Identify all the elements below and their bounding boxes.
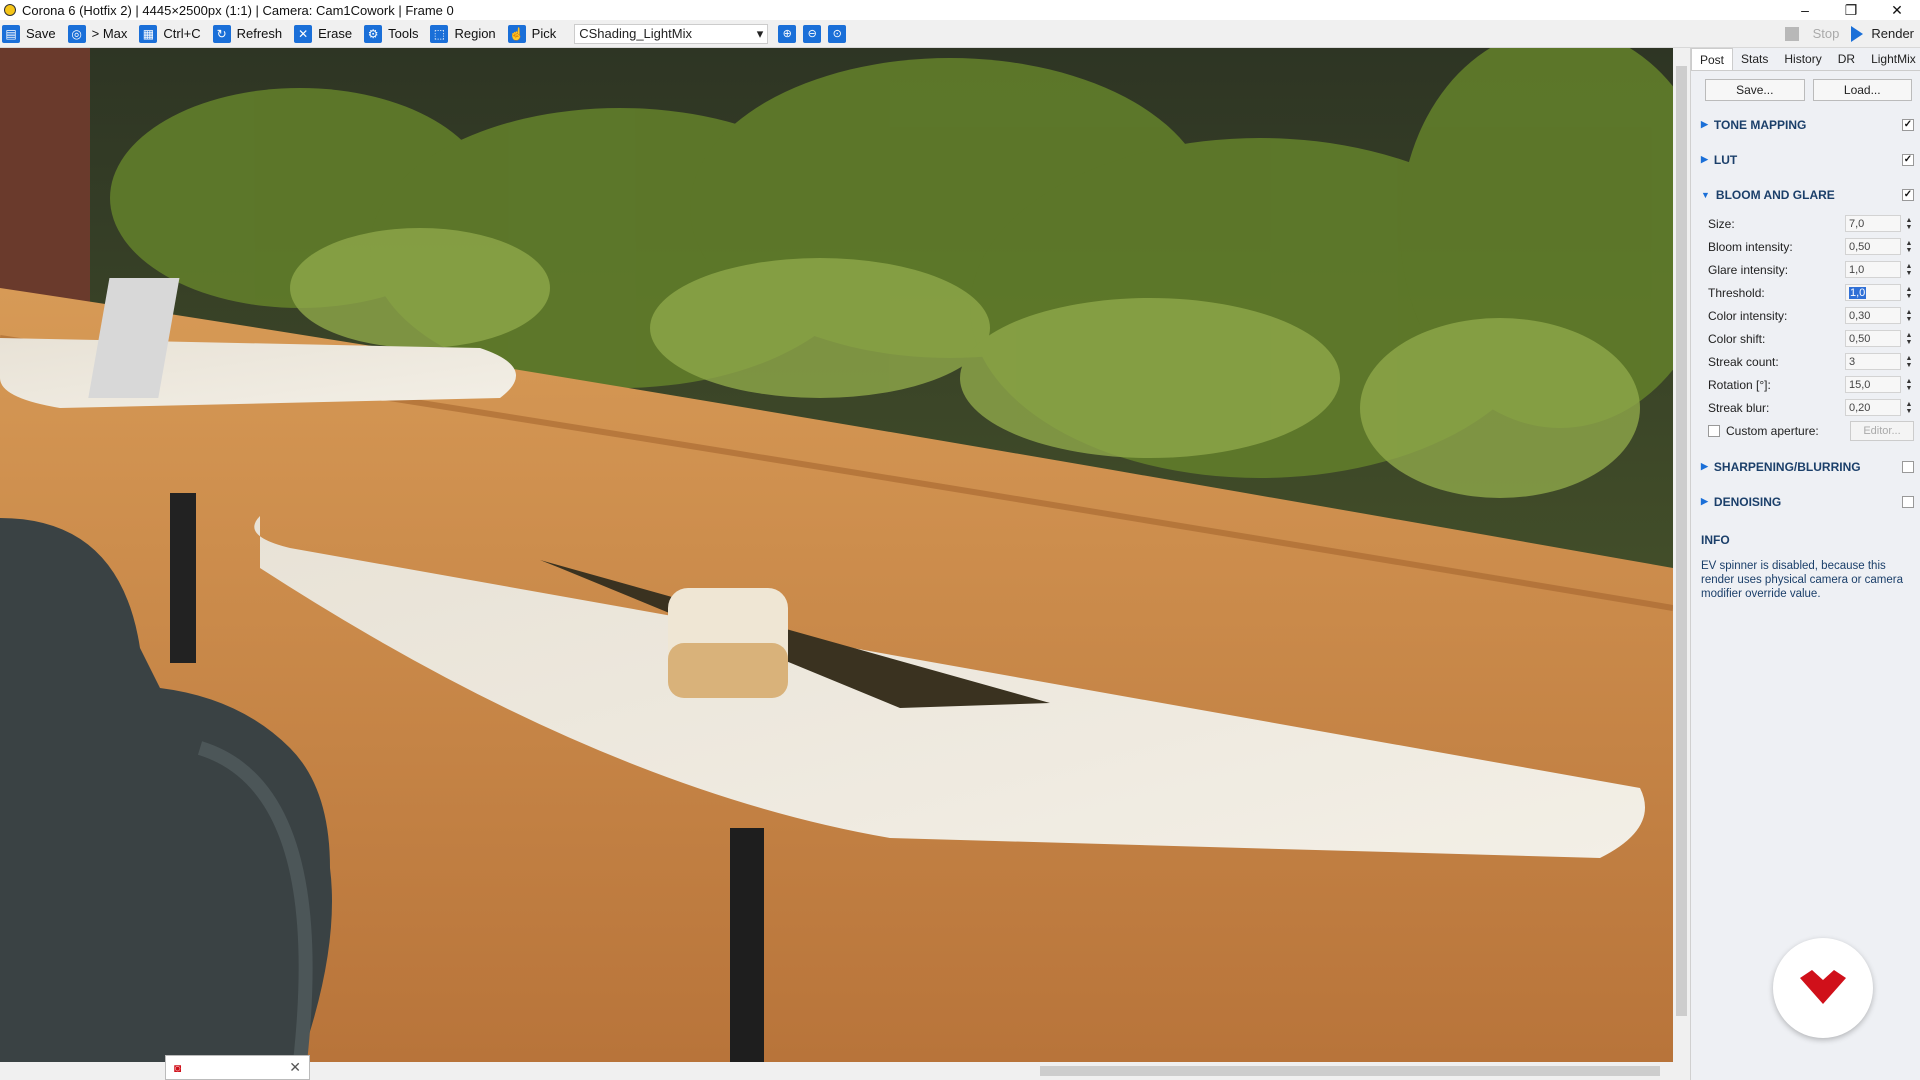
expand-arrow-icon: ▶ <box>1701 154 1708 164</box>
spinner-icon[interactable]: ▲ ▼ <box>1904 378 1914 392</box>
tab-stats[interactable]: Stats <box>1733 48 1776 70</box>
param-bloom-intensity: Bloom intensity: 0,50 ▲ ▼ <box>1708 238 1914 255</box>
param-color-intensity: Color intensity: 0,30 ▲ ▼ <box>1708 307 1914 324</box>
preset-buttons: Save... Load... <box>1691 71 1920 107</box>
render-viewport[interactable] <box>0 48 1673 1062</box>
streak-count-input[interactable]: 3 <box>1845 353 1901 370</box>
section-bloom-glare[interactable]: ▼ BLOOM AND GLARE ✓ <box>1691 177 1920 212</box>
section-lut[interactable]: ▶ LUT ✓ <box>1691 142 1920 177</box>
bloom-checkbox[interactable]: ✓ <box>1902 188 1914 201</box>
window-title: Corona 6 (Hotfix 2) | 4445×2500px (1:1) … <box>22 2 454 18</box>
info-text: EV spinner is disabled, because this ren… <box>1701 560 1903 600</box>
custom-aperture-row: Custom aperture: Editor... <box>1691 419 1920 443</box>
refresh-icon: ↻ <box>212 24 231 43</box>
tools-icon: ⚙ <box>364 24 383 43</box>
post-panel: Post Stats History DR LightMix Save... L… <box>1690 48 1920 1080</box>
title-bar: Corona 6 (Hotfix 2) | 4445×2500px (1:1) … <box>0 0 1920 20</box>
tab-history[interactable]: History <box>1776 48 1829 70</box>
spinner-icon[interactable]: ▲ ▼ <box>1904 286 1914 300</box>
save-icon: ▤ <box>2 24 20 43</box>
param-streak-blur: Streak blur: 0,20 ▲ ▼ <box>1708 399 1914 416</box>
param-size: Size: 7,0 ▲ ▼ <box>1708 215 1914 232</box>
horizontal-scroll-thumb[interactable] <box>1040 1066 1660 1076</box>
param-glare-intensity: Glare intensity: 1,0 ▲ ▼ <box>1708 261 1914 278</box>
erase-icon: ✕ <box>294 24 313 43</box>
collapse-arrow-icon: ▼ <box>1701 189 1710 200</box>
color-intensity-input[interactable]: 0,30 <box>1845 307 1901 324</box>
denoising-checkbox[interactable] <box>1902 495 1914 508</box>
custom-aperture-checkbox[interactable] <box>1708 425 1720 437</box>
spinner-icon[interactable]: ▲ ▼ <box>1904 217 1914 231</box>
zoom-out-icon[interactable]: ⊖ <box>803 24 822 43</box>
lut-checkbox[interactable]: ✓ <box>1902 153 1914 166</box>
spinner-icon[interactable]: ▲ ▼ <box>1904 309 1914 323</box>
maximize-button[interactable]: ❐ <box>1828 0 1874 20</box>
pick-button[interactable]: ☝ Pick <box>506 22 563 46</box>
size-input[interactable]: 7,0 <box>1845 215 1901 232</box>
tools-button[interactable]: ⚙ Tools <box>362 22 424 46</box>
render-image <box>0 48 1673 1062</box>
expand-arrow-icon: ▶ <box>1701 119 1708 129</box>
tab-post[interactable]: Post <box>1691 48 1734 70</box>
lightmix-select[interactable]: CShading_LightMix ▾ <box>574 23 769 44</box>
max-icon: ◎ <box>67 24 86 43</box>
send-to-max-button[interactable]: ◎ > Max <box>66 22 134 46</box>
logo-heart-icon <box>1800 970 1846 1004</box>
close-thumb-icon[interactable]: ✕ <box>289 1059 301 1076</box>
pick-icon: ☝ <box>507 24 526 43</box>
spinner-icon[interactable]: ▲ ▼ <box>1904 332 1914 346</box>
streak-blur-input[interactable]: 0,20 <box>1845 399 1901 416</box>
info-heading: INFO <box>1701 533 1730 547</box>
rotation-input[interactable]: 15,0 <box>1845 376 1901 393</box>
section-tone-mapping[interactable]: ▶ TONE MAPPING ✓ <box>1691 107 1920 142</box>
minimize-button[interactable]: – <box>1782 0 1828 20</box>
region-button[interactable]: ⬚ Region <box>428 22 501 46</box>
app-thumb-icon: ◙ <box>174 1060 182 1075</box>
param-rotation: Rotation [°]: 15,0 ▲ ▼ <box>1708 376 1914 393</box>
refresh-button[interactable]: ↻ Refresh <box>211 22 289 46</box>
stop-button[interactable]: Stop <box>1784 26 1839 41</box>
section-denoising[interactable]: ▶ DENOISING <box>1691 484 1920 519</box>
tab-dr[interactable]: DR <box>1830 48 1863 70</box>
copy-button[interactable]: ▦ Ctrl+C <box>137 22 206 46</box>
panel-tabs: Post Stats History DR LightMix <box>1691 48 1920 71</box>
color-shift-input[interactable]: 0,50 <box>1845 330 1901 347</box>
spinner-icon[interactable]: ▲ ▼ <box>1904 355 1914 369</box>
render-button[interactable]: Render <box>1851 25 1914 42</box>
save-button[interactable]: ▤ Save <box>0 22 62 46</box>
zoom-in-icon[interactable]: ⊕ <box>778 24 797 43</box>
param-streak-count: Streak count: 3 ▲ ▼ <box>1708 353 1914 370</box>
save-preset-button[interactable]: Save... <box>1705 79 1805 101</box>
param-color-shift: Color shift: 0,50 ▲ ▼ <box>1708 330 1914 347</box>
tab-lightmix[interactable]: LightMix <box>1863 48 1920 70</box>
expand-arrow-icon: ▶ <box>1701 496 1708 506</box>
stop-icon <box>1784 26 1799 41</box>
vertical-scrollbar[interactable] <box>1673 48 1690 1062</box>
spinner-icon[interactable]: ▲ ▼ <box>1904 401 1914 415</box>
threshold-input[interactable]: 1,0 <box>1845 284 1901 301</box>
vfb-toolbar: ▤ Save ◎ > Max ▦ Ctrl+C ↻ Refresh ✕ Erase ⚙ To… <box>0 20 1920 48</box>
region-icon: ⬚ <box>430 24 449 43</box>
zoom-fit-icon[interactable]: ⊙ <box>828 24 847 43</box>
copy-icon: ▦ <box>139 24 158 43</box>
spinner-icon[interactable]: ▲ ▼ <box>1904 240 1914 254</box>
erase-button[interactable]: ✕ Erase <box>292 22 358 46</box>
minimized-window-thumbnail[interactable]: ◙ ✕ <box>165 1055 310 1080</box>
play-icon <box>1851 25 1864 42</box>
close-button[interactable]: ✕ <box>1874 0 1920 20</box>
load-preset-button[interactable]: Load... <box>1812 79 1912 101</box>
chevron-down-icon: ▾ <box>756 25 764 41</box>
param-threshold: Threshold: 1,0 ▲ ▼ <box>1708 284 1914 301</box>
glare-intensity-input[interactable]: 1,0 <box>1845 261 1901 278</box>
vertical-scroll-thumb[interactable] <box>1676 66 1687 1016</box>
tone-mapping-checkbox[interactable]: ✓ <box>1902 118 1914 131</box>
spinner-icon[interactable]: ▲ ▼ <box>1904 263 1914 277</box>
aperture-editor-button[interactable]: Editor... <box>1850 421 1914 441</box>
brand-logo <box>1773 938 1873 1038</box>
bloom-intensity-input[interactable]: 0,50 <box>1845 238 1901 255</box>
expand-arrow-icon: ▶ <box>1701 461 1708 471</box>
corona-app-icon <box>4 4 16 16</box>
sharpening-checkbox[interactable] <box>1902 460 1914 473</box>
section-sharpening-blurring[interactable]: ▶ SHARPENING/BLURRING <box>1691 449 1920 484</box>
